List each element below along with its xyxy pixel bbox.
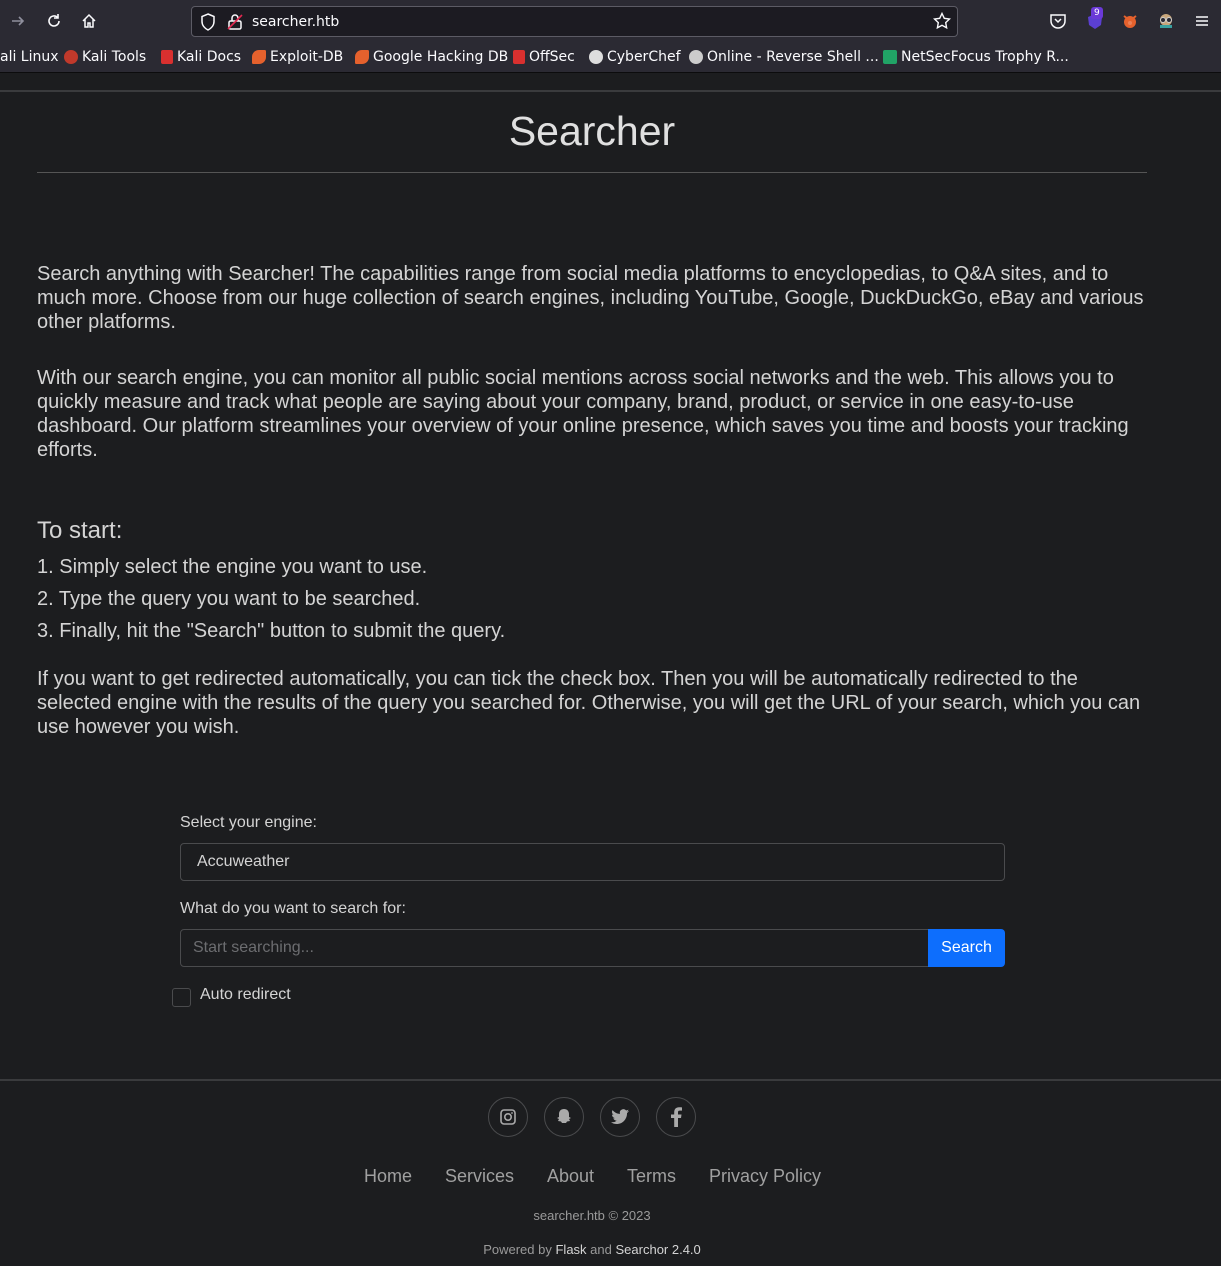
address-bar[interactable]: searcher.htb	[191, 6, 958, 37]
exploit-db-icon	[252, 50, 266, 64]
bookmark-kali-tools[interactable]: Kali Tools	[64, 49, 146, 65]
kali-tools-icon	[64, 50, 78, 64]
bookmark-exploit-db[interactable]: Exploit-DB	[252, 49, 343, 65]
extension-badge: 9	[1091, 7, 1103, 19]
footer-link-services[interactable]: Services	[445, 1166, 514, 1187]
bookmark-google-hacking-db[interactable]: Google Hacking DB	[355, 49, 508, 65]
to-start-heading: To start:	[37, 517, 123, 544]
skull-icon	[689, 50, 703, 64]
intro-paragraph-2: With our search engine, you can monitor …	[37, 367, 1129, 461]
step-1: 1. Simply select the engine you want to …	[37, 556, 428, 578]
bookmarks-bar: ali Linux Kali Tools Kali Docs Exploit-D…	[0, 42, 1221, 73]
footer-link-home[interactable]: Home	[364, 1166, 412, 1187]
search-input[interactable]	[180, 929, 929, 967]
bookmark-kali-linux[interactable]: ali Linux	[0, 49, 59, 65]
reload-icon[interactable]	[42, 9, 66, 33]
home-icon[interactable]	[77, 9, 101, 33]
bookmark-offsec[interactable]: OffSec	[513, 49, 575, 65]
snapchat-icon[interactable]	[544, 1097, 584, 1137]
foxyproxy-icon[interactable]	[1118, 9, 1142, 33]
menu-icon[interactable]	[1190, 9, 1214, 33]
offsec-icon	[513, 50, 525, 64]
netsecfocus-icon	[883, 50, 897, 64]
engine-label: Select your engine:	[180, 814, 317, 831]
pocket-icon[interactable]	[1046, 9, 1070, 33]
footer-link-terms[interactable]: Terms	[627, 1166, 676, 1187]
copyright-text: searcher.htb © 2023	[533, 1208, 651, 1223]
redirect-info-paragraph: If you want to get redirected automatica…	[37, 668, 1141, 738]
ghdb-icon	[355, 50, 369, 64]
insecure-lock-icon[interactable]	[227, 13, 243, 36]
query-label: What do you want to search for:	[180, 900, 406, 917]
bookmark-cyberchef[interactable]: CyberChef	[589, 49, 681, 65]
engine-select[interactable]: Accuweather	[180, 843, 1005, 881]
twitter-icon[interactable]	[600, 1097, 640, 1137]
step-2: 2. Type the query you want to be searche…	[37, 588, 421, 610]
wappalyzer-icon[interactable]	[1154, 9, 1178, 33]
title-divider	[37, 172, 1147, 173]
bookmark-netsecfocus[interactable]: NetSecFocus Trophy R...	[883, 49, 1069, 65]
url-text[interactable]: searcher.htb	[252, 14, 339, 30]
cyberchef-icon	[589, 50, 603, 64]
bookmark-kali-docs[interactable]: Kali Docs	[161, 49, 241, 65]
bookmark-reverse-shell[interactable]: Online - Reverse Shell ...	[689, 49, 879, 65]
flask-link[interactable]: Flask	[555, 1242, 586, 1257]
search-button[interactable]: Search	[928, 929, 1005, 967]
auto-redirect-label: Auto redirect	[200, 986, 291, 1003]
powered-by-text: Powered by Flask and Searchor 2.4.0	[483, 1242, 701, 1257]
kali-docs-icon	[161, 50, 173, 64]
forward-icon[interactable]	[6, 9, 30, 33]
facebook-icon[interactable]	[656, 1097, 696, 1137]
step-3: 3. Finally, hit the "Search" button to s…	[37, 620, 506, 642]
bookmark-star-icon[interactable]	[932, 11, 952, 35]
page-title: Searcher	[508, 108, 676, 154]
footer-link-privacy-policy[interactable]: Privacy Policy	[709, 1166, 821, 1187]
browser-toolbar: searcher.htb 9	[0, 0, 1221, 42]
page-top-rule	[0, 90, 1221, 92]
shield-icon[interactable]	[200, 13, 216, 36]
intro-paragraph-1: Search anything with Searcher! The capab…	[37, 263, 1144, 333]
footer-link-about[interactable]: About	[547, 1166, 594, 1187]
instagram-icon[interactable]	[488, 1097, 528, 1137]
searchor-link[interactable]: Searchor 2.4.0	[616, 1242, 701, 1257]
auto-redirect-checkbox[interactable]	[172, 988, 191, 1007]
